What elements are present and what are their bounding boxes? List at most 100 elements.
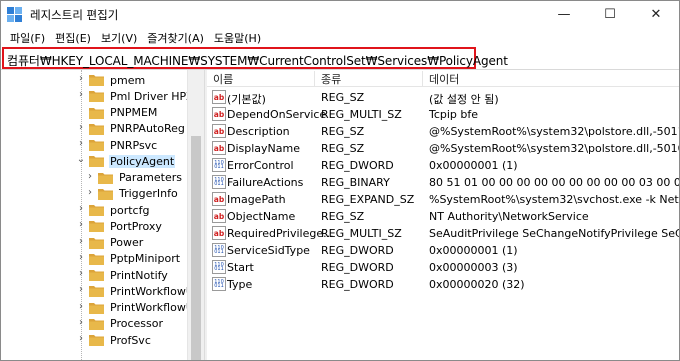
address-bar[interactable]: 컴퓨터₩HKEY_LOCAL_MACHINE₩SYSTEM₩CurrentCon…: [2, 47, 508, 69]
tree-expander-icon[interactable]: ›: [76, 317, 86, 328]
value-row[interactable]: 110 011 ServiceSidType REG_DWORD 0x00000001 …: [207, 242, 679, 259]
value-row[interactable]: 110 011 ErrorControl REG_DWORD 0x00000001 (1…: [207, 157, 679, 174]
tree-item[interactable]: PNRPsvc: [89, 137, 158, 153]
binary-value-icon: 110011: [212, 243, 226, 257]
string-value-icon: ab: [212, 141, 226, 155]
list-header: 이름 종류 데이터: [207, 70, 679, 87]
tree-item[interactable]: PptpMiniport: [89, 251, 181, 267]
tree-expander-icon[interactable]: ›: [76, 301, 86, 312]
menu-help[interactable]: 도움말(H): [209, 30, 266, 46]
folder-icon: [98, 188, 113, 200]
tree-item-label: Power: [110, 236, 144, 249]
svg-text:ab: ab: [214, 127, 225, 136]
registry-editor-window: 레지스트리 편집기 — ☐ ✕ 파일(F) 편집(E) 보기(V) 즐겨찾기(A…: [0, 0, 680, 361]
binary-value-icon: 110011: [212, 277, 226, 291]
value-data: 0x00000003 (3): [429, 261, 518, 274]
menu-view[interactable]: 보기(V): [96, 30, 142, 46]
tree-item[interactable]: ProfSvc: [89, 332, 152, 348]
tree-item[interactable]: Pml Driver HPZ: [89, 88, 187, 104]
value-data: @%SystemRoot%\system32\polstore.dll,-501…: [429, 142, 679, 155]
menu-edit[interactable]: 편집(E): [50, 30, 96, 46]
tree-item-label: Parameters: [119, 171, 182, 184]
tree-item-label: PrintWorkflowU: [110, 284, 187, 298]
svg-text:ab: ab: [214, 195, 225, 204]
string-value-icon: ab: [212, 209, 226, 223]
value-row[interactable]: ab DependOnService REG_MULTI_SZ Tcpip bfe: [207, 106, 679, 123]
folder-icon: [89, 156, 104, 168]
tree-item[interactable]: PrintWorkflowU: [89, 283, 187, 299]
tree-item-label: pmem: [110, 73, 146, 87]
address-path[interactable]: 컴퓨터₩HKEY_LOCAL_MACHINE₩SYSTEM₩CurrentCon…: [7, 52, 508, 69]
value-data: Tcpip bfe: [429, 108, 479, 121]
key-tree-pane[interactable]: › pmem › Pml Driver HPZ PNPMEM › PNRPAutoReg › P…: [1, 70, 187, 360]
value-row[interactable]: ab (기본값) REG_SZ (값 설정 안 됨): [207, 89, 679, 106]
value-row[interactable]: 110 011 Start REG_DWORD 0x00000003 (3): [207, 259, 679, 276]
tree-expander-icon[interactable]: ›: [76, 89, 86, 100]
column-header-name[interactable]: 이름: [207, 71, 315, 86]
menu-file[interactable]: 파일(F): [5, 30, 50, 46]
tree-expander-icon[interactable]: ›: [76, 122, 86, 133]
tree-item[interactable]: pmem: [89, 72, 146, 88]
tree-item[interactable]: portcfg: [89, 202, 150, 218]
values-list-pane[interactable]: 이름 종류 데이터 ab (기본값) REG_SZ (값 설정 안 됨) ab Depen…: [207, 70, 679, 360]
tree-item[interactable]: TriggerInfo: [98, 186, 179, 202]
tree-expander-icon[interactable]: ›: [76, 138, 86, 149]
tree-expander-icon[interactable]: ›: [76, 203, 86, 214]
value-type: REG_MULTI_SZ: [321, 108, 402, 121]
value-row[interactable]: ab RequiredPrivilege... REG_MULTI_SZ SeAudi…: [207, 225, 679, 242]
value-row[interactable]: ab ObjectName REG_SZ NT Authority\NetworkSe…: [207, 208, 679, 225]
binary-value-icon: 110011: [212, 260, 226, 274]
tree-expander-icon[interactable]: ›: [85, 171, 95, 182]
tree-item[interactable]: PolicyAgent: [89, 153, 176, 169]
tree-scrollbar[interactable]: [187, 70, 204, 360]
tree-expander-icon[interactable]: ›: [76, 284, 86, 295]
column-header-data[interactable]: 데이터: [423, 71, 679, 86]
tree-expander-icon[interactable]: ›: [76, 252, 86, 263]
maximize-button[interactable]: ☐: [587, 1, 633, 28]
value-name: DisplayName: [227, 142, 300, 155]
tree-item-label: Pml Driver HPZ: [110, 89, 187, 103]
tree-expander-icon[interactable]: ›: [76, 236, 86, 247]
value-row[interactable]: ab DisplayName REG_SZ @%SystemRoot%\system3…: [207, 140, 679, 157]
tree-item[interactable]: Parameters: [98, 170, 183, 186]
tree-item[interactable]: PrintWorkflowU: [89, 300, 187, 316]
value-name: ServiceSidType: [227, 244, 310, 257]
value-name: FailureActions: [227, 176, 304, 189]
value-row[interactable]: ab ImagePath REG_EXPAND_SZ %SystemRoot%\sys…: [207, 191, 679, 208]
tree-item[interactable]: PrintNotify: [89, 267, 169, 283]
value-row[interactable]: ab Description REG_SZ @%SystemRoot%\system3…: [207, 123, 679, 140]
minimize-button[interactable]: —: [541, 1, 587, 28]
folder-icon: [89, 335, 104, 346]
value-row[interactable]: 110 011 FailureActions REG_BINARY 80 51 01 0…: [207, 174, 679, 191]
title-bar[interactable]: 레지스트리 편집기 — ☐ ✕: [1, 1, 679, 28]
folder-icon: [89, 221, 104, 233]
tree-item[interactable]: Processor: [89, 316, 164, 332]
folder-icon: [89, 107, 104, 119]
close-button[interactable]: ✕: [633, 1, 679, 28]
menu-favorites[interactable]: 즐겨찾기(A): [142, 30, 209, 46]
tree-expander-icon[interactable]: ›: [76, 268, 86, 279]
value-data: 80 51 01 00 00 00 00 00 00 00 00 00 03 0…: [429, 176, 679, 189]
tree-expander-icon[interactable]: ›: [76, 219, 86, 230]
value-row[interactable]: 110 011 Type REG_DWORD 0x00000020 (32): [207, 276, 679, 293]
string-value-icon: ab: [212, 90, 226, 104]
tree-item-label: ProfSvc: [110, 333, 151, 347]
svg-text:011: 011: [214, 181, 224, 187]
svg-text:ab: ab: [214, 212, 225, 221]
column-header-type[interactable]: 종류: [315, 71, 423, 86]
tree-expander-icon[interactable]: ›: [76, 333, 86, 344]
value-type: REG_DWORD: [321, 244, 394, 257]
value-type: REG_EXPAND_SZ: [321, 193, 415, 206]
value-type: REG_BINARY: [321, 176, 390, 189]
tree-expander-icon[interactable]: ›: [85, 187, 95, 198]
tree-item[interactable]: PortProxy: [89, 218, 163, 234]
tree-item[interactable]: PNPMEM: [89, 105, 158, 121]
tree-expander-icon[interactable]: ⌄: [76, 154, 86, 165]
tree-scrollbar-thumb[interactable]: [191, 136, 201, 360]
value-name: (기본값): [227, 93, 266, 106]
tree-item[interactable]: Power: [89, 235, 144, 251]
value-data: 0x00000001 (1): [429, 159, 518, 172]
tree-item[interactable]: PNRPAutoReg: [89, 121, 186, 137]
menu-bar: 파일(F) 편집(E) 보기(V) 즐겨찾기(A) 도움말(H): [1, 28, 679, 48]
tree-expander-icon[interactable]: ›: [76, 73, 86, 84]
